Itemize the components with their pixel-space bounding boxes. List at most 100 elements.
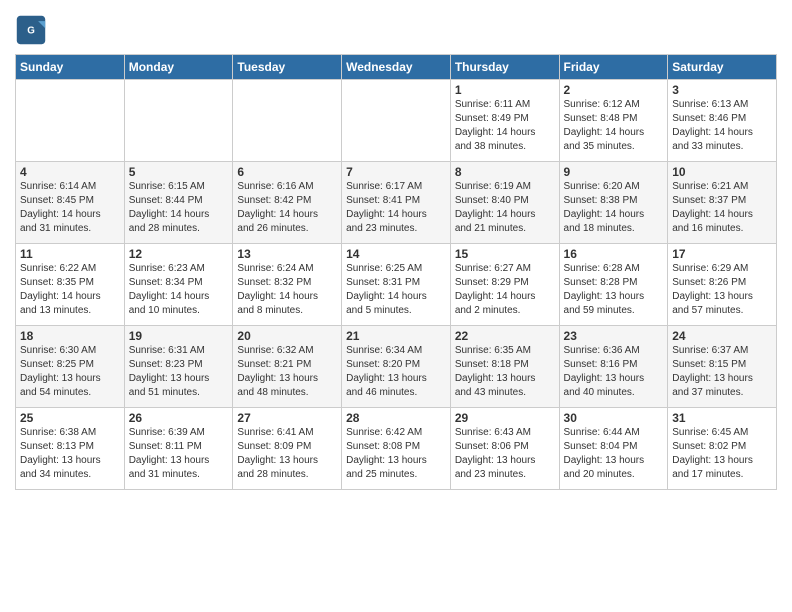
day-number: 19 [129, 329, 229, 343]
calendar-cell [16, 80, 125, 162]
weekday-header: Sunday [16, 55, 125, 80]
day-info: Sunrise: 6:31 AM Sunset: 8:23 PM Dayligh… [129, 344, 229, 400]
day-info: Sunrise: 6:41 AM Sunset: 8:09 PM Dayligh… [237, 426, 337, 482]
weekday-header: Saturday [668, 55, 777, 80]
calendar-cell: 30Sunrise: 6:44 AM Sunset: 8:04 PM Dayli… [559, 408, 668, 490]
day-info: Sunrise: 6:20 AM Sunset: 8:38 PM Dayligh… [564, 180, 664, 236]
day-info: Sunrise: 6:28 AM Sunset: 8:28 PM Dayligh… [564, 262, 664, 318]
day-number: 20 [237, 329, 337, 343]
day-number: 5 [129, 165, 229, 179]
day-number: 26 [129, 411, 229, 425]
day-info: Sunrise: 6:13 AM Sunset: 8:46 PM Dayligh… [672, 98, 772, 154]
calendar-week-row: 1Sunrise: 6:11 AM Sunset: 8:49 PM Daylig… [16, 80, 777, 162]
day-info: Sunrise: 6:11 AM Sunset: 8:49 PM Dayligh… [455, 98, 555, 154]
day-number: 15 [455, 247, 555, 261]
day-number: 7 [346, 165, 446, 179]
calendar-cell: 9Sunrise: 6:20 AM Sunset: 8:38 PM Daylig… [559, 162, 668, 244]
calendar-cell: 21Sunrise: 6:34 AM Sunset: 8:20 PM Dayli… [342, 326, 451, 408]
calendar-week-row: 25Sunrise: 6:38 AM Sunset: 8:13 PM Dayli… [16, 408, 777, 490]
day-number: 2 [564, 83, 664, 97]
day-number: 11 [20, 247, 120, 261]
day-info: Sunrise: 6:45 AM Sunset: 8:02 PM Dayligh… [672, 426, 772, 482]
calendar-cell: 12Sunrise: 6:23 AM Sunset: 8:34 PM Dayli… [124, 244, 233, 326]
day-info: Sunrise: 6:44 AM Sunset: 8:04 PM Dayligh… [564, 426, 664, 482]
calendar-cell: 4Sunrise: 6:14 AM Sunset: 8:45 PM Daylig… [16, 162, 125, 244]
calendar-cell: 25Sunrise: 6:38 AM Sunset: 8:13 PM Dayli… [16, 408, 125, 490]
day-info: Sunrise: 6:27 AM Sunset: 8:29 PM Dayligh… [455, 262, 555, 318]
day-number: 3 [672, 83, 772, 97]
day-number: 13 [237, 247, 337, 261]
day-number: 8 [455, 165, 555, 179]
day-number: 12 [129, 247, 229, 261]
weekday-header: Monday [124, 55, 233, 80]
day-number: 9 [564, 165, 664, 179]
weekday-header: Tuesday [233, 55, 342, 80]
day-info: Sunrise: 6:43 AM Sunset: 8:06 PM Dayligh… [455, 426, 555, 482]
calendar-cell: 17Sunrise: 6:29 AM Sunset: 8:26 PM Dayli… [668, 244, 777, 326]
day-number: 17 [672, 247, 772, 261]
day-number: 22 [455, 329, 555, 343]
day-number: 27 [237, 411, 337, 425]
weekday-header: Thursday [450, 55, 559, 80]
logo: G [15, 14, 49, 46]
calendar-cell: 31Sunrise: 6:45 AM Sunset: 8:02 PM Dayli… [668, 408, 777, 490]
day-info: Sunrise: 6:37 AM Sunset: 8:15 PM Dayligh… [672, 344, 772, 400]
calendar-week-row: 4Sunrise: 6:14 AM Sunset: 8:45 PM Daylig… [16, 162, 777, 244]
day-info: Sunrise: 6:12 AM Sunset: 8:48 PM Dayligh… [564, 98, 664, 154]
day-number: 28 [346, 411, 446, 425]
day-number: 21 [346, 329, 446, 343]
day-info: Sunrise: 6:22 AM Sunset: 8:35 PM Dayligh… [20, 262, 120, 318]
calendar-cell [342, 80, 451, 162]
calendar-cell: 24Sunrise: 6:37 AM Sunset: 8:15 PM Dayli… [668, 326, 777, 408]
svg-text:G: G [27, 26, 35, 37]
calendar-table: SundayMondayTuesdayWednesdayThursdayFrid… [15, 54, 777, 490]
day-info: Sunrise: 6:23 AM Sunset: 8:34 PM Dayligh… [129, 262, 229, 318]
day-number: 16 [564, 247, 664, 261]
day-number: 6 [237, 165, 337, 179]
calendar-cell: 16Sunrise: 6:28 AM Sunset: 8:28 PM Dayli… [559, 244, 668, 326]
calendar-header: SundayMondayTuesdayWednesdayThursdayFrid… [16, 55, 777, 80]
calendar-cell: 20Sunrise: 6:32 AM Sunset: 8:21 PM Dayli… [233, 326, 342, 408]
calendar-cell: 7Sunrise: 6:17 AM Sunset: 8:41 PM Daylig… [342, 162, 451, 244]
calendar-cell: 14Sunrise: 6:25 AM Sunset: 8:31 PM Dayli… [342, 244, 451, 326]
calendar-cell: 10Sunrise: 6:21 AM Sunset: 8:37 PM Dayli… [668, 162, 777, 244]
day-number: 31 [672, 411, 772, 425]
calendar-cell: 6Sunrise: 6:16 AM Sunset: 8:42 PM Daylig… [233, 162, 342, 244]
day-info: Sunrise: 6:39 AM Sunset: 8:11 PM Dayligh… [129, 426, 229, 482]
day-number: 24 [672, 329, 772, 343]
day-info: Sunrise: 6:24 AM Sunset: 8:32 PM Dayligh… [237, 262, 337, 318]
day-number: 29 [455, 411, 555, 425]
day-info: Sunrise: 6:25 AM Sunset: 8:31 PM Dayligh… [346, 262, 446, 318]
day-info: Sunrise: 6:34 AM Sunset: 8:20 PM Dayligh… [346, 344, 446, 400]
day-info: Sunrise: 6:30 AM Sunset: 8:25 PM Dayligh… [20, 344, 120, 400]
weekday-header: Wednesday [342, 55, 451, 80]
day-number: 4 [20, 165, 120, 179]
day-info: Sunrise: 6:32 AM Sunset: 8:21 PM Dayligh… [237, 344, 337, 400]
day-info: Sunrise: 6:17 AM Sunset: 8:41 PM Dayligh… [346, 180, 446, 236]
calendar-cell: 2Sunrise: 6:12 AM Sunset: 8:48 PM Daylig… [559, 80, 668, 162]
calendar-container: G SundayMondayTuesdayWednesdayThursdayFr… [0, 0, 792, 500]
day-info: Sunrise: 6:29 AM Sunset: 8:26 PM Dayligh… [672, 262, 772, 318]
calendar-cell: 11Sunrise: 6:22 AM Sunset: 8:35 PM Dayli… [16, 244, 125, 326]
day-number: 10 [672, 165, 772, 179]
calendar-cell: 19Sunrise: 6:31 AM Sunset: 8:23 PM Dayli… [124, 326, 233, 408]
day-info: Sunrise: 6:35 AM Sunset: 8:18 PM Dayligh… [455, 344, 555, 400]
calendar-cell: 13Sunrise: 6:24 AM Sunset: 8:32 PM Dayli… [233, 244, 342, 326]
weekday-header: Friday [559, 55, 668, 80]
day-number: 25 [20, 411, 120, 425]
day-number: 18 [20, 329, 120, 343]
day-number: 1 [455, 83, 555, 97]
day-info: Sunrise: 6:14 AM Sunset: 8:45 PM Dayligh… [20, 180, 120, 236]
calendar-cell: 15Sunrise: 6:27 AM Sunset: 8:29 PM Dayli… [450, 244, 559, 326]
calendar-body: 1Sunrise: 6:11 AM Sunset: 8:49 PM Daylig… [16, 80, 777, 490]
day-info: Sunrise: 6:36 AM Sunset: 8:16 PM Dayligh… [564, 344, 664, 400]
calendar-week-row: 11Sunrise: 6:22 AM Sunset: 8:35 PM Dayli… [16, 244, 777, 326]
day-info: Sunrise: 6:19 AM Sunset: 8:40 PM Dayligh… [455, 180, 555, 236]
day-number: 23 [564, 329, 664, 343]
calendar-cell [124, 80, 233, 162]
day-info: Sunrise: 6:21 AM Sunset: 8:37 PM Dayligh… [672, 180, 772, 236]
header: G [15, 10, 777, 46]
day-info: Sunrise: 6:16 AM Sunset: 8:42 PM Dayligh… [237, 180, 337, 236]
header-row: SundayMondayTuesdayWednesdayThursdayFrid… [16, 55, 777, 80]
calendar-cell: 28Sunrise: 6:42 AM Sunset: 8:08 PM Dayli… [342, 408, 451, 490]
